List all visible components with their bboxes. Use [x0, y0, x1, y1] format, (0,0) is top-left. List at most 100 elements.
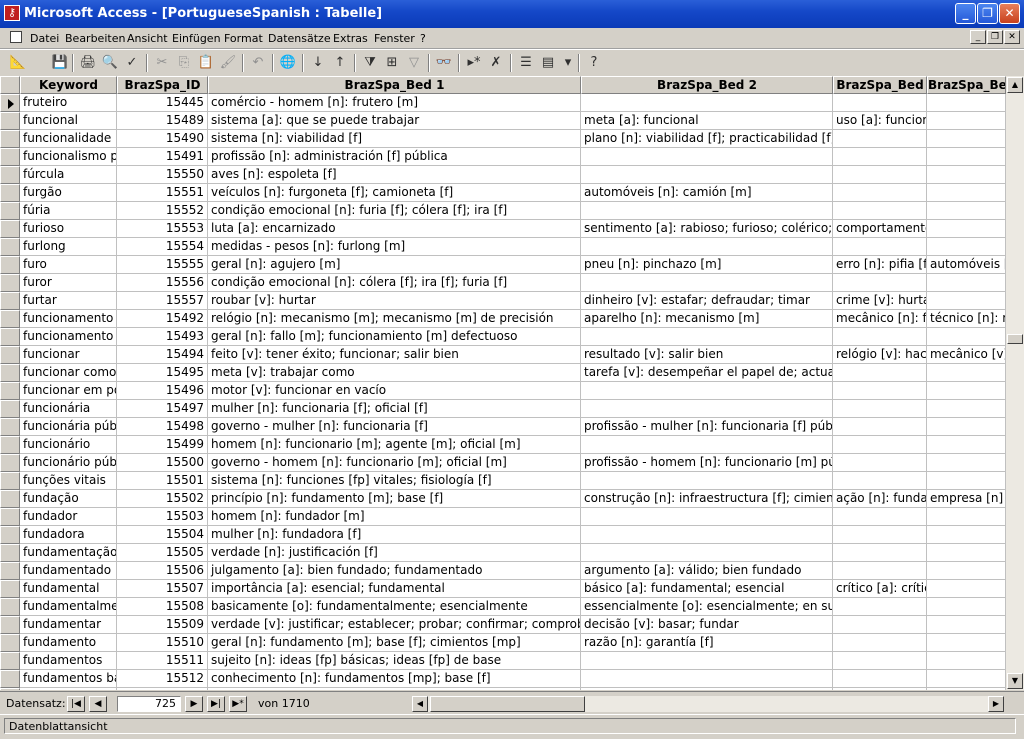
bed1-cell[interactable]: geral [v]: fundar; establecer	[208, 688, 581, 690]
table-row[interactable]: fundamentação 15505 verdade [n]: justifica…	[0, 544, 1006, 562]
bed4-cell[interactable]	[927, 634, 1006, 652]
keyword-cell[interactable]: funcionária pública	[20, 418, 117, 436]
properties-icon[interactable]: ☰	[516, 53, 536, 73]
menu-help[interactable]: ?	[420, 32, 426, 45]
bed1-cell[interactable]: homem [n]: funcionario [m]; agente [m]; …	[208, 436, 581, 454]
id-cell[interactable]: 15496	[117, 382, 208, 400]
bed1-cell[interactable]: sistema [n]: viabilidad [f]	[208, 130, 581, 148]
table-row[interactable]: funcionar como 15495 meta [v]: trabajar co…	[0, 364, 1006, 382]
column-header-keyword[interactable]: Keyword	[20, 76, 117, 94]
table-row[interactable]: fundamentalmente15508basicamente [o]: fu…	[0, 598, 1006, 616]
bed4-cell[interactable]	[927, 508, 1006, 526]
record-selector[interactable]	[0, 472, 20, 490]
bed3-cell[interactable]	[833, 508, 927, 526]
record-selector[interactable]	[0, 688, 20, 690]
record-selector[interactable]	[0, 382, 20, 400]
bed4-cell[interactable]	[927, 94, 1006, 112]
bed1-cell[interactable]: meta [v]: trabajar como	[208, 364, 581, 382]
id-cell[interactable]: 15504	[117, 526, 208, 544]
keyword-cell[interactable]: furor	[20, 274, 117, 292]
keyword-cell[interactable]: funções vitais	[20, 472, 117, 490]
bed2-cell[interactable]	[581, 670, 833, 688]
table-row[interactable]: funcional 15489 sistema [a]: que se puede …	[0, 112, 1006, 130]
id-cell[interactable]: 15512	[117, 670, 208, 688]
bed4-cell[interactable]: empresa [n]	[927, 490, 1006, 508]
table-row[interactable]: furtar 15557 roubar [v]: hurtar dinheiro [v…	[0, 292, 1006, 310]
bed2-cell[interactable]: plano [n]: viabilidad [f]; practicabilid…	[581, 130, 833, 148]
bed4-cell[interactable]	[927, 670, 1006, 688]
menu-einfuegen[interactable]: Einfügen	[172, 32, 221, 45]
id-cell[interactable]: 15556	[117, 274, 208, 292]
bed1-cell[interactable]: homem [n]: fundador [m]	[208, 508, 581, 526]
record-selector[interactable]	[0, 598, 20, 616]
sort-ascending-icon[interactable]: ↓	[308, 53, 328, 73]
record-selector[interactable]	[0, 616, 20, 634]
bed1-cell[interactable]: veículos [n]: furgoneta [f]; camioneta […	[208, 184, 581, 202]
table-row[interactable]: funcionária 15497 mulher [n]: funcionaria …	[0, 400, 1006, 418]
bed2-cell[interactable]: profissão - homem [n]: funcionario [m] p…	[581, 454, 833, 472]
record-selector[interactable]	[0, 436, 20, 454]
find-icon[interactable]: 👓	[434, 53, 454, 73]
bed2-cell[interactable]: resultado [v]: salir bien	[581, 346, 833, 364]
column-header-bed4[interactable]: BrazSpa_Be	[927, 76, 1006, 94]
sort-descending-icon[interactable]: ↑	[330, 53, 350, 73]
bed2-cell[interactable]	[581, 94, 833, 112]
record-selector[interactable]	[0, 634, 20, 652]
database-window-icon[interactable]: ▤	[538, 53, 558, 73]
filter-by-form-icon[interactable]: ⊞	[382, 53, 402, 73]
keyword-cell[interactable]: fundadora	[20, 526, 117, 544]
id-cell[interactable]: 15490	[117, 130, 208, 148]
record-selector[interactable]	[0, 400, 20, 418]
bed4-cell[interactable]	[927, 166, 1006, 184]
bed3-cell[interactable]	[833, 238, 927, 256]
bed3-cell[interactable]	[833, 454, 927, 472]
keyword-cell[interactable]: fúrcula	[20, 166, 117, 184]
id-cell[interactable]: 15501	[117, 472, 208, 490]
bed2-cell[interactable]: profissão - mulher [n]: funcionaria [f] …	[581, 418, 833, 436]
bed2-cell[interactable]: tarefa [v]: desempeñar el papel de; actu…	[581, 364, 833, 382]
keyword-cell[interactable]: funcionar como	[20, 364, 117, 382]
vertical-scrollbar[interactable]: ▲ ▼	[1006, 76, 1024, 690]
table-row[interactable]: funcionária pública15498governo - mulher…	[0, 418, 1006, 436]
bed4-cell[interactable]	[927, 112, 1006, 130]
id-cell[interactable]: 15511	[117, 652, 208, 670]
bed1-cell[interactable]: sistema [a]: que se puede trabajar	[208, 112, 581, 130]
table-row[interactable]: fundamentos básicos15512conhecimento [n]…	[0, 670, 1006, 688]
bed1-cell[interactable]: condição emocional [n]: furia [f]; cóler…	[208, 202, 581, 220]
bed2-cell[interactable]	[581, 382, 833, 400]
record-selector[interactable]	[0, 238, 20, 256]
menu-ansicht[interactable]: Ansicht	[127, 32, 168, 45]
previous-record-icon[interactable]: ◀	[89, 696, 107, 712]
bed4-cell[interactable]	[927, 436, 1006, 454]
bed3-cell[interactable]	[833, 472, 927, 490]
id-cell[interactable]: 15502	[117, 490, 208, 508]
bed4-cell[interactable]	[927, 184, 1006, 202]
bed3-cell[interactable]: uso [a]: funcional	[833, 112, 927, 130]
bed4-cell[interactable]: técnico [n]: m	[927, 310, 1006, 328]
record-selector[interactable]	[0, 292, 20, 310]
bed1-cell[interactable]: importância [a]: esencial; fundamental	[208, 580, 581, 598]
bed1-cell[interactable]: condição emocional [n]: cólera [f]; ira …	[208, 274, 581, 292]
menu-extras[interactable]: Extras	[333, 32, 368, 45]
bed3-cell[interactable]	[833, 184, 927, 202]
bed2-cell[interactable]	[581, 274, 833, 292]
id-cell[interactable]: 15506	[117, 562, 208, 580]
record-selector[interactable]	[0, 328, 20, 346]
record-selector[interactable]	[0, 346, 20, 364]
keyword-cell[interactable]: funcionária	[20, 400, 117, 418]
bed1-cell[interactable]: luta [a]: encarnizado	[208, 220, 581, 238]
table-row[interactable]: fruteiro 15445 comércio - homem [n]: frute…	[0, 94, 1006, 112]
menu-format[interactable]: Format	[224, 32, 263, 45]
id-cell[interactable]: 15498	[117, 418, 208, 436]
table-row[interactable]: furioso 15553 luta [a]: encarnizado sentime…	[0, 220, 1006, 238]
keyword-cell[interactable]: funcionalismo público	[20, 148, 117, 166]
keyword-cell[interactable]: funcionar em ponto morto	[20, 382, 117, 400]
bed4-cell[interactable]	[927, 580, 1006, 598]
filter-by-selection-icon[interactable]: ⧩	[360, 53, 380, 73]
keyword-cell[interactable]: furioso	[20, 220, 117, 238]
id-cell[interactable]: 15550	[117, 166, 208, 184]
keyword-cell[interactable]: furo	[20, 256, 117, 274]
print-preview-icon[interactable]: 🔍	[100, 53, 120, 73]
table-row[interactable]: funcionário 15499 homem [n]: funcionario […	[0, 436, 1006, 454]
bed1-cell[interactable]: sujeito [n]: ideas [fp] básicas; ideas […	[208, 652, 581, 670]
